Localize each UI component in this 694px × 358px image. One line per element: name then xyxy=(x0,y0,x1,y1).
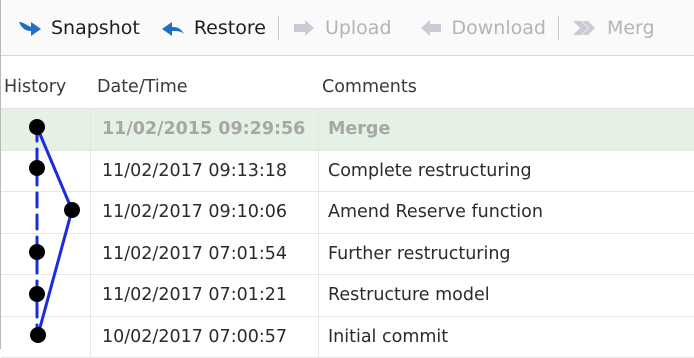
snapshot-arrow-icon xyxy=(17,18,43,38)
restore-label: Restore xyxy=(194,17,266,39)
toolbar-separator xyxy=(558,16,559,40)
snapshot-label: Snapshot xyxy=(51,17,140,39)
datetime-cell: 11/02/2017 07:01:21 xyxy=(91,275,319,316)
merge-label: Merg xyxy=(607,17,655,39)
comment-cell: Merge xyxy=(319,119,390,139)
table-row[interactable]: 11/02/2017 09:13:18 Complete restructuri… xyxy=(1,151,694,193)
table-row[interactable]: 11/02/2017 09:10:06 Amend Reserve functi… xyxy=(1,192,694,234)
column-header-comments[interactable]: Comments xyxy=(308,77,417,97)
upload-icon xyxy=(291,18,317,38)
history-cell xyxy=(1,275,91,316)
history-table: History Date/Time Comments 11/02/2015 09… xyxy=(1,66,694,358)
restore-button[interactable]: Restore xyxy=(160,8,266,48)
restore-arrow-icon xyxy=(160,18,186,38)
comment-cell: Complete restructuring xyxy=(319,161,532,181)
merge-button[interactable]: Merg xyxy=(571,8,655,48)
comment-cell: Initial commit xyxy=(319,327,448,347)
toolbar-separator xyxy=(278,16,279,40)
table-header: History Date/Time Comments xyxy=(1,66,694,109)
datetime-cell: 10/02/2017 07:00:57 xyxy=(91,317,319,358)
version-history-panel: Snapshot Restore Upload Download xyxy=(0,0,694,349)
datetime-cell: 11/02/2017 09:10:06 xyxy=(91,192,319,233)
table-row[interactable]: 10/02/2017 07:00:57 Initial commit xyxy=(1,317,694,358)
snapshot-button[interactable]: Snapshot xyxy=(17,8,140,48)
history-cell xyxy=(1,109,91,150)
history-cell xyxy=(1,192,91,233)
download-label: Download xyxy=(452,17,546,39)
column-header-history[interactable]: History xyxy=(1,77,84,97)
upload-button[interactable]: Upload xyxy=(291,8,392,48)
merge-icon xyxy=(571,18,599,38)
table-row[interactable]: 11/02/2017 07:01:21 Restructure model xyxy=(1,275,694,317)
download-icon xyxy=(418,18,444,38)
datetime-cell: 11/02/2017 07:01:54 xyxy=(91,234,319,275)
history-cell xyxy=(1,151,91,192)
table-row[interactable]: 11/02/2015 09:29:56 Merge xyxy=(1,109,694,151)
datetime-cell: 11/02/2017 09:13:18 xyxy=(91,151,319,192)
history-cell xyxy=(1,234,91,275)
column-header-datetime[interactable]: Date/Time xyxy=(84,77,308,97)
datetime-cell: 11/02/2015 09:29:56 xyxy=(91,109,319,150)
table-row[interactable]: 11/02/2017 07:01:54 Further restructurin… xyxy=(1,234,694,276)
download-button[interactable]: Download xyxy=(418,8,546,48)
history-cell xyxy=(1,317,91,358)
comment-cell: Further restructuring xyxy=(319,244,511,264)
upload-label: Upload xyxy=(325,17,392,39)
toolbar: Snapshot Restore Upload Download xyxy=(1,0,694,56)
comment-cell: Amend Reserve function xyxy=(319,202,543,222)
comment-cell: Restructure model xyxy=(319,285,490,305)
